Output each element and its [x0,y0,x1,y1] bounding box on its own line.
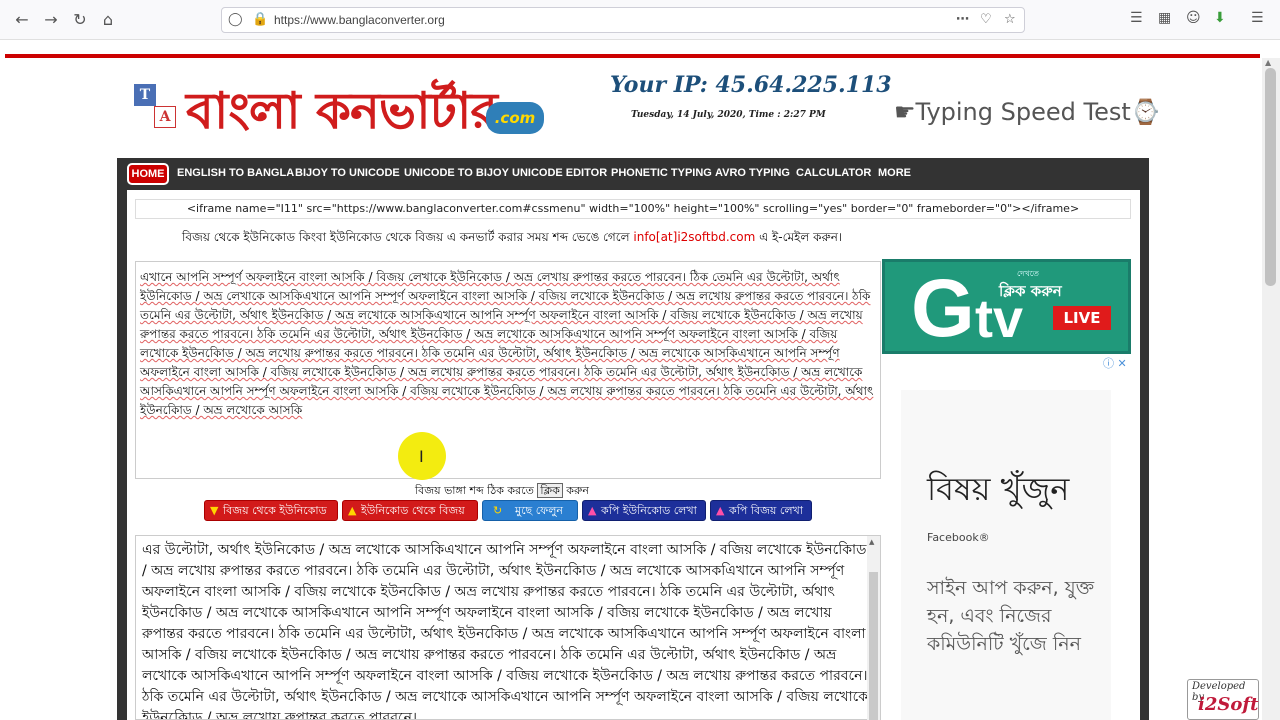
notice-text: বিজয় থেকে ইউনিকোড কিংবা ইউনিকোড থেকে বি… [182,229,842,249]
lock-icon[interactable]: 🔒 [252,12,268,27]
address-bar[interactable]: ◯ 🔒 https://www.banglaconverter.org ⋯ ♡ … [221,7,1025,33]
copy-bijoy-label: কপি বিজয় লেখা [729,504,803,517]
url-text[interactable]: https://www.banglaconverter.org [274,13,445,27]
scroll-thumb[interactable] [1265,68,1276,286]
page-scrollbar[interactable]: ▲ [1262,58,1280,720]
notice-suffix: এ ই-মেইল করুন। [759,230,843,244]
developer-badge[interactable]: Developed by i2Soft [1187,679,1259,720]
arrow-up-icon: ▲ [348,504,357,517]
adchoices-icon[interactable]: ⓘ ✕ [1103,355,1127,371]
main-nav: HOME ENGLISH TO BANGLA BIJOY TO UNICODE … [117,158,1149,190]
typing-speed-test-link[interactable]: ☛Typing Speed Test⌚ [894,98,1161,126]
nav-more[interactable]: MORE [878,167,911,179]
copy-unicode-label: কপি ইউনিকোড লেখা [601,504,697,517]
sidebar-icon[interactable]: ▦ [1158,10,1171,26]
site-logo[interactable]: T A বাংলা কনভার্টার .com [130,72,550,144]
clear-button[interactable]: ↻ মুছে ফেলুন [482,500,578,521]
account-icon[interactable]: ☺ [1186,10,1201,26]
gtv-ad[interactable]: G tv দেখতে ক্লিক করুন LIVE [882,259,1131,354]
spell-fix-suffix: করুন [566,484,589,497]
output-textarea[interactable]: এর উল্টোটা, অর্থাৎ ইউনিকোড / অভ্র লখোকে … [135,535,881,720]
spell-fix-link[interactable]: ক্লিক [537,483,563,498]
translate-icon: T A [130,84,178,132]
brand-com-badge: .com [486,102,544,134]
bijoy-to-unicode-label: বিজয় থেকে ইউনিকোড [223,504,327,517]
ip-address: Your IP: 45.64.225.113 [610,72,892,98]
clear-label: মুছে ফেলুন [515,504,563,517]
gtv-g: G [911,263,975,354]
text-cursor-icon: I [419,447,424,466]
spell-fix-text: বিজয় ভাঙ্গা শব্দ ঠিক করতে [415,484,534,497]
copy-icon: ▲ [716,504,725,517]
menu-icon[interactable]: ☰ [1251,10,1264,26]
nav-home[interactable]: HOME [127,163,169,185]
bijoy-to-unicode-button[interactable]: ▼ বিজয় থেকে ইউনিকোড [204,500,338,521]
ad-brand: Facebook® [927,531,990,544]
nav-bijoy-to-unicode[interactable]: BIJOY TO UNICODE [295,167,400,179]
nav-calculator[interactable]: CALCULATOR [796,167,871,179]
notice-body: বিজয় থেকে ইউনিকোড কিংবা ইউনিকোড থেকে বি… [182,230,630,244]
ad-body: সাইন আপ করুন, যুক্ত হন, এবং নিজের কমিউনি… [927,577,1095,655]
forward-icon[interactable]: → [41,10,61,30]
home-icon[interactable]: ⌂ [98,10,118,30]
unicode-to-bijoy-button[interactable]: ▲ ইউনিকোড থেকে বিজয় [342,500,478,521]
back-icon[interactable]: ← [12,10,32,30]
spell-fix-line: বিজয় ভাঙ্গা শব্দ ঠিক করতে ক্লিক করুন [415,482,589,501]
developer-logo: i2Soft [1198,694,1259,715]
scroll-thumb[interactable] [869,572,878,720]
pocket-icon[interactable]: ♡ [980,12,992,27]
nav-avro-typing[interactable]: AVRO TYPING [715,167,790,179]
nav-english-to-bangla[interactable]: ENGLISH TO BANGLA [177,167,294,179]
copy-unicode-button[interactable]: ▲ কপি ইউনিকোড লেখা [582,500,706,521]
nav-unicode-editor[interactable]: UNICODE EDITOR [512,167,607,179]
ad-heading: বিষয় খুঁজুন [927,470,1070,508]
contact-email[interactable]: info[at]i2softbd.com [633,230,755,244]
star-icon[interactable]: ☆ [1004,12,1016,27]
embed-code-field[interactable]: <iframe name="I11" src="https://www.bang… [135,199,1131,219]
reload-icon[interactable]: ↻ [70,10,90,30]
input-textarea[interactable]: এখানে আপনি সম্পূর্ণ অফলাইনে বাংলা আসকি /… [135,261,881,479]
browser-toolbar: ← → ↻ ⌂ ◯ 🔒 https://www.banglaconverter.… [0,0,1280,40]
copy-bijoy-button[interactable]: ▲ কপি বিজয় লেখা [710,500,812,521]
date-time: Tuesday, 14 July, 2020, Time : 2:27 PM [631,110,826,120]
more-icon[interactable]: ⋯ [956,12,969,27]
scroll-up-icon[interactable]: ▲ [1265,58,1271,67]
gtv-click: ক্লিক করুন [999,282,1062,300]
facebook-ad[interactable]: বিষয় খুঁজুন Facebook® সাইন আপ করুন, যুক… [901,390,1111,720]
gtv-live-badge: LIVE [1053,306,1111,330]
refresh-icon: ↻ [493,504,503,517]
shield-icon[interactable]: ◯ [228,12,243,27]
header-divider [5,54,1260,58]
brand-name: বাংলা কনভার্টার [186,82,498,140]
arrow-down-icon: ▼ [210,504,219,517]
library-icon[interactable]: ☰ [1130,10,1143,26]
input-text: এখানে আপনি সম্পূর্ণ অফলাইনে বাংলা আসকি /… [140,270,874,417]
nav-unicode-to-bijoy[interactable]: UNICODE TO BIJOY [404,167,509,179]
copy-icon: ▲ [588,504,597,517]
output-scrollbar[interactable]: ▲ [867,536,880,720]
nav-phonetic-typing[interactable]: PHONETIC TYPING [611,167,712,179]
download-icon[interactable]: ⬇ [1214,10,1226,26]
unicode-to-bijoy-label: ইউনিকোড থেকে বিজয় [361,504,465,517]
scroll-up-icon[interactable]: ▲ [869,538,874,546]
